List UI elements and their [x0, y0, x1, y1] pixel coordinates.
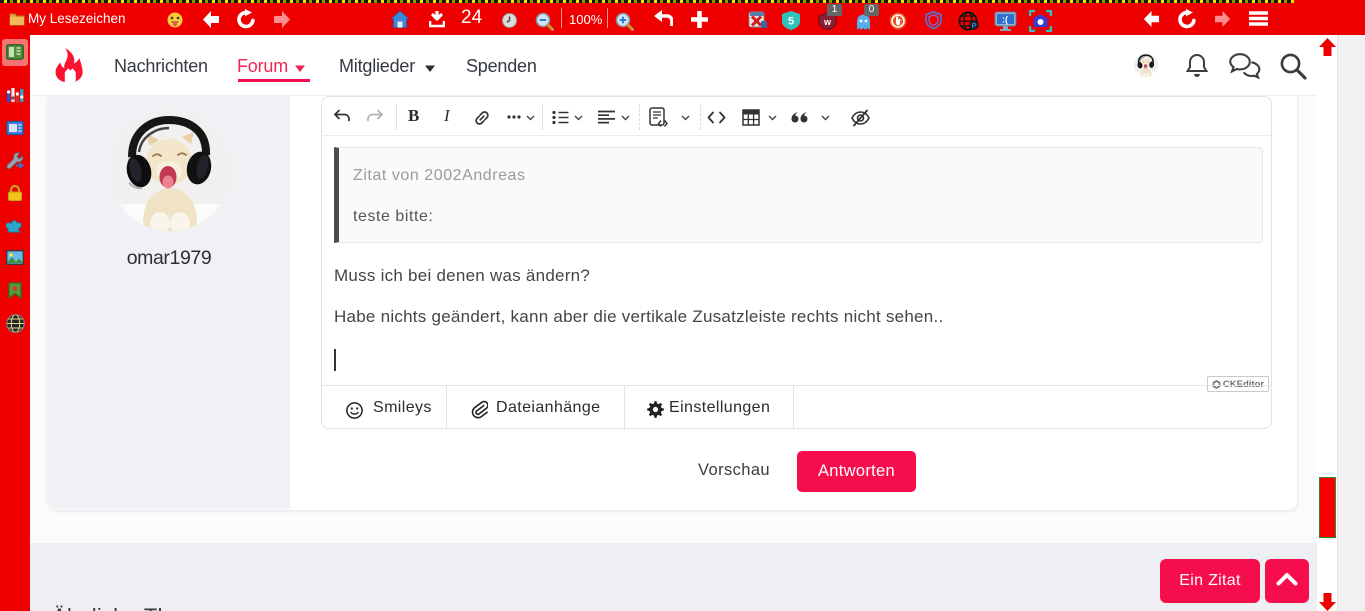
svg-text:w: w	[823, 17, 832, 27]
svg-text::(: :(	[1002, 15, 1008, 25]
svg-text:P: P	[971, 21, 976, 30]
svg-text:5: 5	[788, 16, 794, 28]
